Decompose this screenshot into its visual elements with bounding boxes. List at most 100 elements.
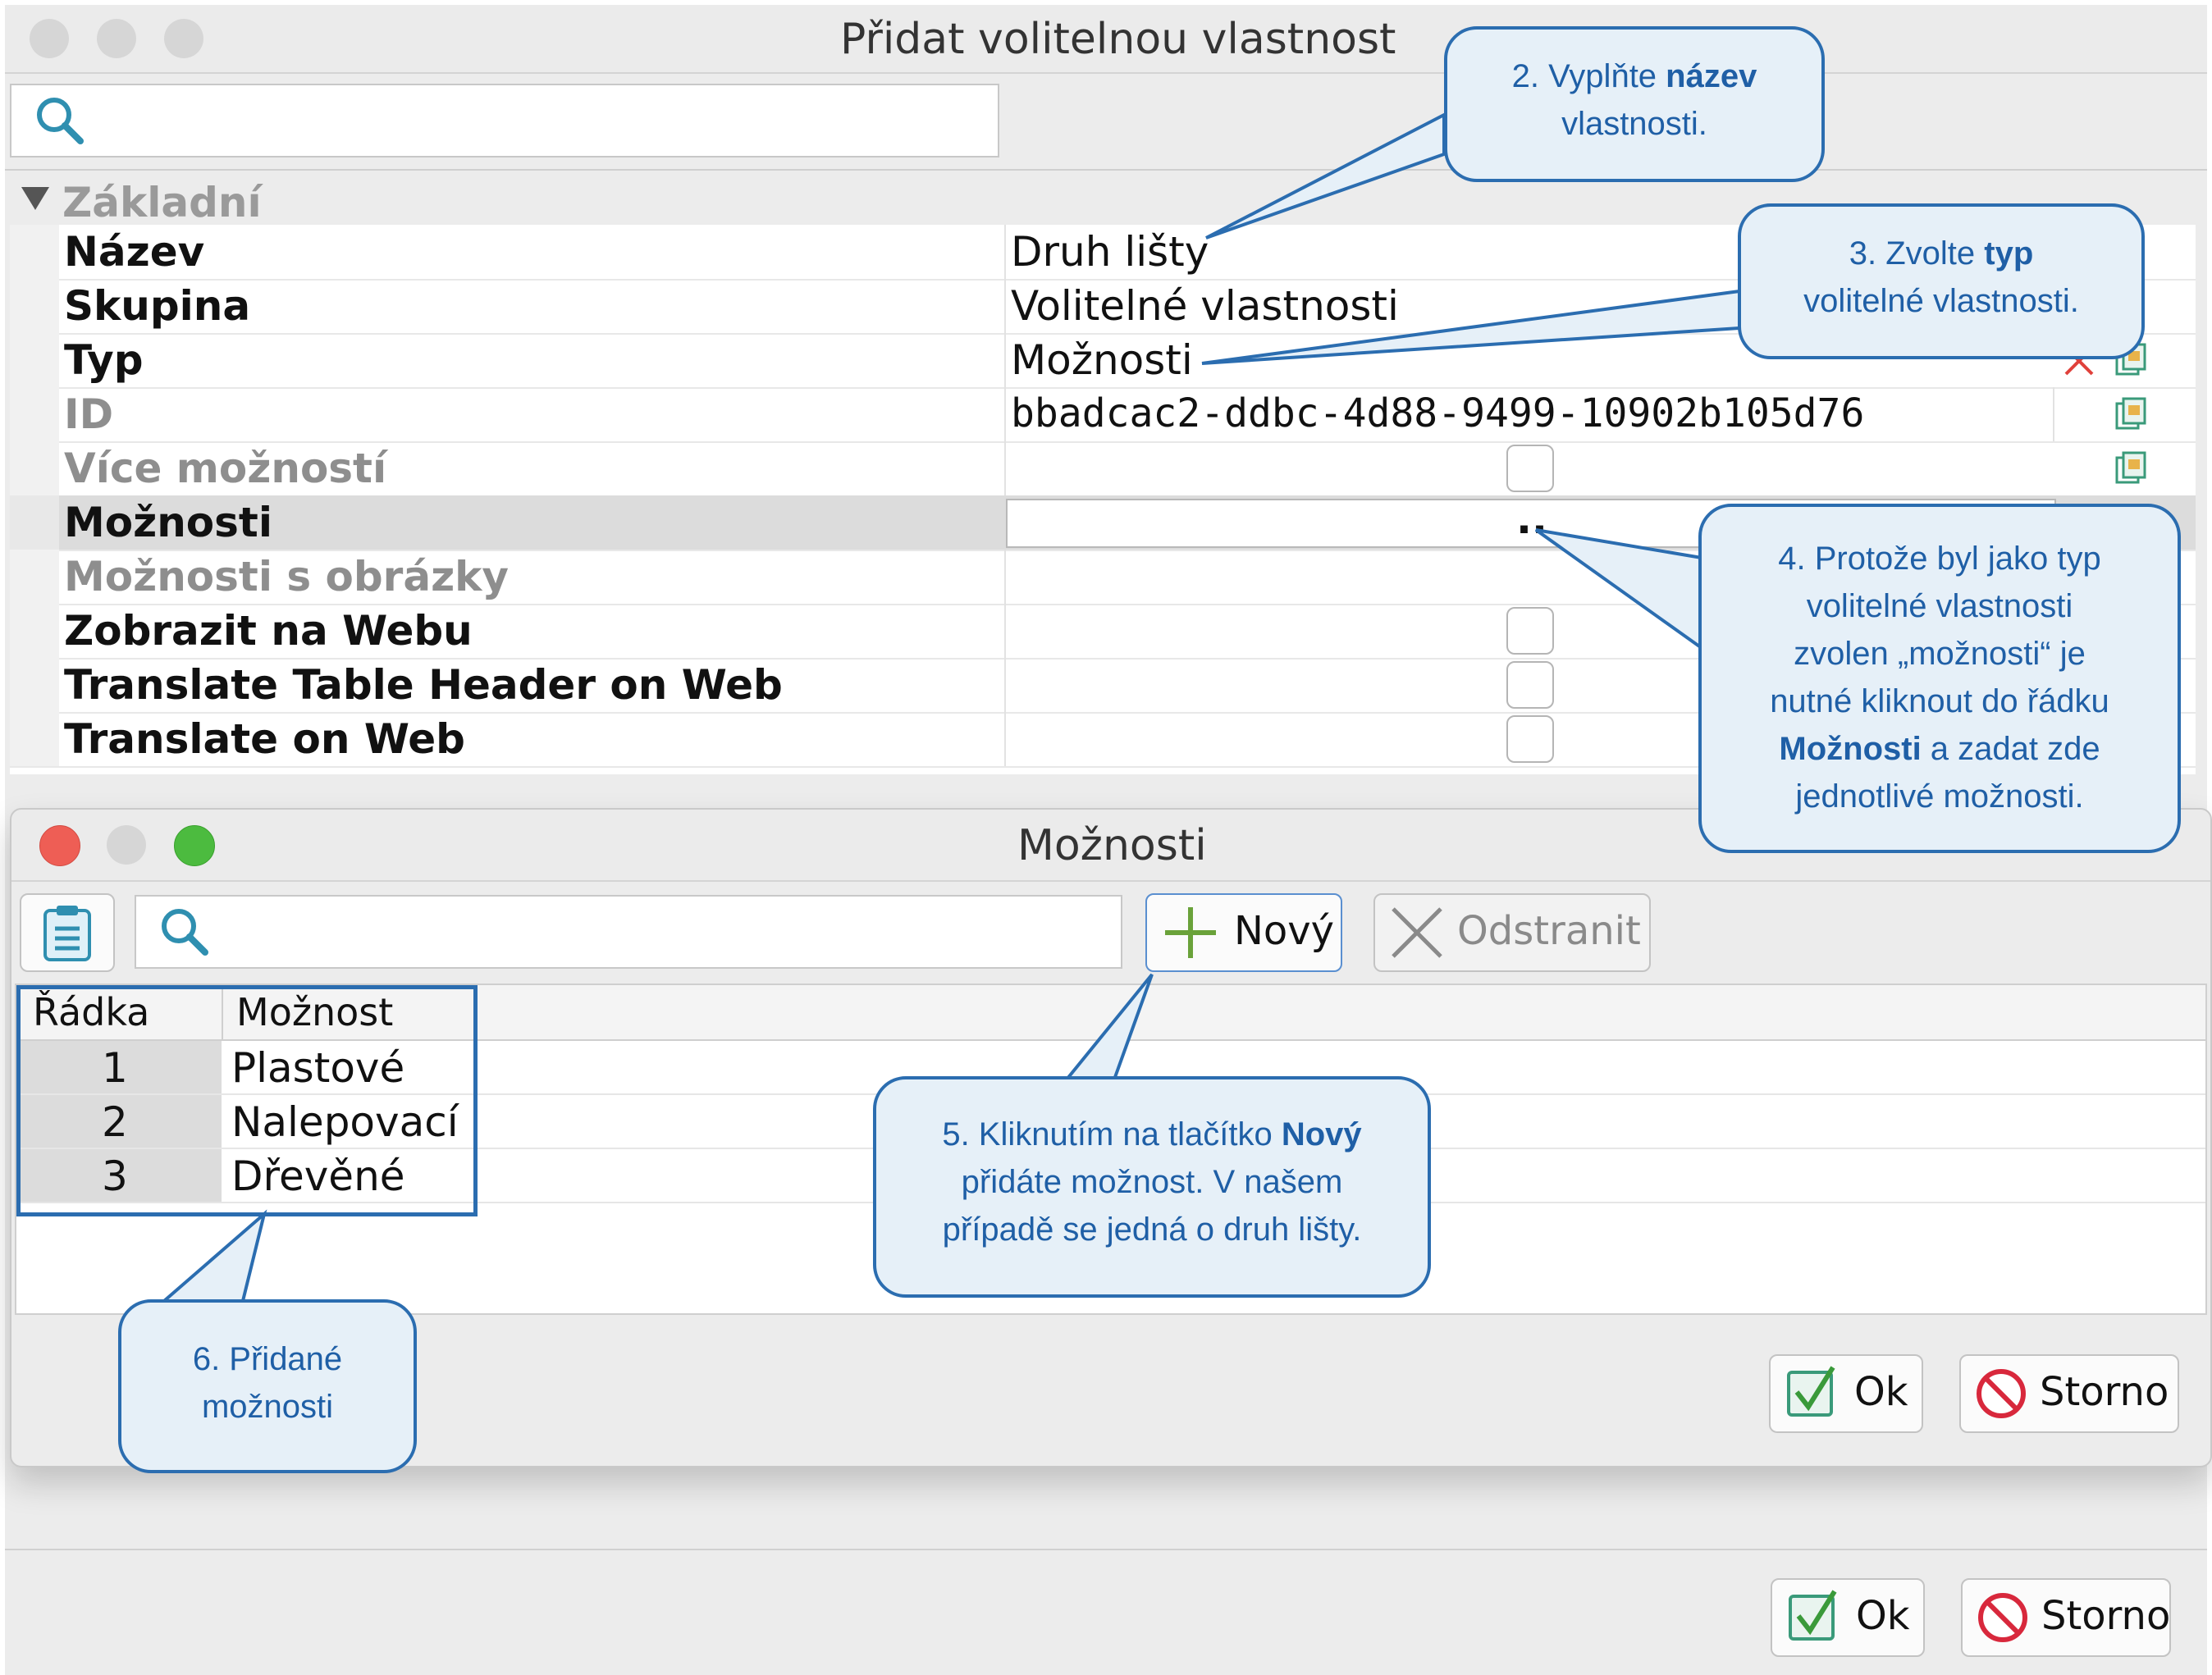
row-gutter: [10, 495, 59, 550]
dialog-zoom-button[interactable]: [174, 825, 215, 866]
check-icon: [1787, 1366, 1835, 1417]
x-icon: [1392, 907, 1442, 958]
plus-icon: [1165, 907, 1216, 958]
callout-step-6: 6. Přidané možnosti: [118, 1299, 417, 1473]
ok-label: Ok: [1856, 1593, 1910, 1639]
property-value-name[interactable]: Druh lišty: [1011, 228, 1209, 276]
property-value-id: bbadcac2-ddbc-4d88-9499-10902b105d76: [1011, 390, 1865, 436]
new-button[interactable]: Nový: [1145, 893, 1342, 972]
column-separator: [1004, 441, 1006, 495]
window-title: Přidat volitelnou vlastnost: [840, 15, 1396, 64]
window-close-button[interactable]: [30, 19, 69, 58]
property-label: Název: [64, 228, 205, 276]
row-gutter: [10, 225, 59, 279]
check-icon: [1789, 1590, 1837, 1641]
show-web-checkbox[interactable]: [1506, 607, 1554, 655]
callout-step-4: 4. Protože byl jako typ volitelné vlastn…: [1698, 504, 2181, 853]
translate-header-checkbox[interactable]: [1506, 661, 1554, 709]
search-icon: [37, 98, 84, 144]
callout-text: volitelné vlastnosti: [1806, 588, 2073, 624]
column-separator: [1004, 387, 1006, 441]
column-separator: [1004, 658, 1006, 712]
property-label: Více možností: [64, 445, 387, 492]
column-separator: [1004, 333, 1006, 387]
title-bar: Přidat volitelnou vlastnost: [5, 5, 2207, 74]
row-gutter: [10, 550, 59, 604]
callout-text: případě se jedná o druh lišty.: [942, 1212, 1362, 1248]
column-separator: [1004, 279, 1006, 333]
disclosure-triangle-icon[interactable]: [21, 187, 49, 212]
dialog-title: Možnosti: [1017, 821, 1207, 870]
callout-text: a zadat zde: [1921, 731, 2100, 767]
ellipsis-button[interactable]: ..: [1516, 495, 1547, 543]
added-options-highlight: [16, 985, 478, 1216]
property-row-id[interactable]: ID bbadcac2-ddbc-4d88-9499-10902b105d76: [10, 387, 2196, 443]
callout-text: 6. Přidané: [192, 1341, 343, 1377]
callout-text: vlastnosti.: [1561, 106, 1707, 142]
callout-step-3: 3. Zvolte typ volitelné vlastnosti.: [1738, 203, 2145, 359]
column-separator: [1004, 712, 1006, 766]
main-ok-button[interactable]: Ok: [1771, 1578, 1925, 1657]
callout-text: 5. Kliknutím na tlačítko: [942, 1116, 1282, 1152]
callout-text: 2. Vyplňte: [1511, 58, 1666, 94]
copy-icon[interactable]: [2115, 451, 2146, 484]
dialog-ok-button[interactable]: Ok: [1769, 1354, 1923, 1433]
column-separator: [1004, 225, 1006, 279]
property-value-group[interactable]: Volitelné vlastnosti: [1011, 282, 1399, 330]
column-separator: [2053, 387, 2054, 441]
window-minimize-button[interactable]: [97, 19, 136, 58]
remove-label: Odstranit: [1457, 908, 1641, 954]
main-cancel-button[interactable]: Storno: [1961, 1578, 2171, 1657]
callout-step-5: 5. Kliknutím na tlačítko Nový přidáte mo…: [873, 1076, 1431, 1298]
row-gutter: [10, 658, 59, 712]
clipboard-icon: [43, 906, 91, 961]
cancel-label: Storno: [2041, 1593, 2171, 1639]
callout-text: zvolen „možnosti“ je: [1794, 636, 2086, 672]
column-separator: [1004, 550, 1006, 604]
row-gutter: [10, 333, 59, 387]
callout-text: nutné kliknout do řádku: [1770, 683, 2109, 719]
property-label: Translate Table Header on Web: [64, 661, 783, 709]
cancel-label: Storno: [2040, 1369, 2169, 1415]
new-label: Nový: [1234, 908, 1335, 954]
callout-bold: typ: [1984, 235, 2034, 272]
callout-text: volitelné vlastnosti.: [1803, 283, 2079, 319]
column-separator: [1004, 604, 1006, 658]
row-gutter: [10, 387, 59, 441]
translate-web-checkbox[interactable]: [1506, 715, 1554, 763]
divider: [5, 169, 2207, 171]
property-label: Možnosti s obrázky: [64, 553, 510, 600]
cancel-icon: [1977, 1369, 2026, 1418]
row-gutter: [10, 604, 59, 658]
ok-label: Ok: [1854, 1369, 1908, 1415]
property-search-input[interactable]: [10, 84, 999, 157]
section-header-basic: Základní: [62, 179, 262, 226]
callout-bold: Možnosti: [1779, 731, 1922, 767]
property-label: Skupina: [64, 282, 251, 330]
footer-divider: [5, 1549, 2207, 1550]
row-gutter: [10, 712, 59, 766]
copy-icon[interactable]: [2115, 397, 2146, 430]
dialog-close-button[interactable]: [39, 825, 80, 866]
options-search-input[interactable]: [135, 895, 1122, 969]
remove-button[interactable]: Odstranit: [1373, 893, 1651, 972]
property-value-type[interactable]: Možnosti: [1011, 336, 1193, 384]
row-gutter: [10, 279, 59, 333]
window-zoom-button[interactable]: [164, 19, 203, 58]
search-icon: [162, 909, 208, 956]
callout-text: možnosti: [201, 1389, 334, 1425]
callout-text: přidáte možnost. V našem: [961, 1164, 1343, 1200]
multiple-options-checkbox[interactable]: [1506, 445, 1554, 492]
property-label: Translate on Web: [64, 715, 465, 763]
row-gutter: [10, 441, 59, 495]
callout-text: 3. Zvolte: [1849, 235, 1985, 272]
property-label: Možnosti: [64, 499, 272, 546]
dialog-cancel-button[interactable]: Storno: [1959, 1354, 2179, 1433]
property-label: ID: [64, 390, 114, 438]
callout-text: jednotlivé možnosti.: [1795, 778, 2084, 815]
export-button[interactable]: [20, 893, 115, 972]
callout-step-2: 2. Vyplňte název vlastnosti.: [1444, 26, 1825, 182]
dialog-minimize-button[interactable]: [107, 825, 146, 865]
cancel-icon: [1978, 1593, 2027, 1642]
property-row-multiple[interactable]: Více možností: [10, 441, 2196, 497]
